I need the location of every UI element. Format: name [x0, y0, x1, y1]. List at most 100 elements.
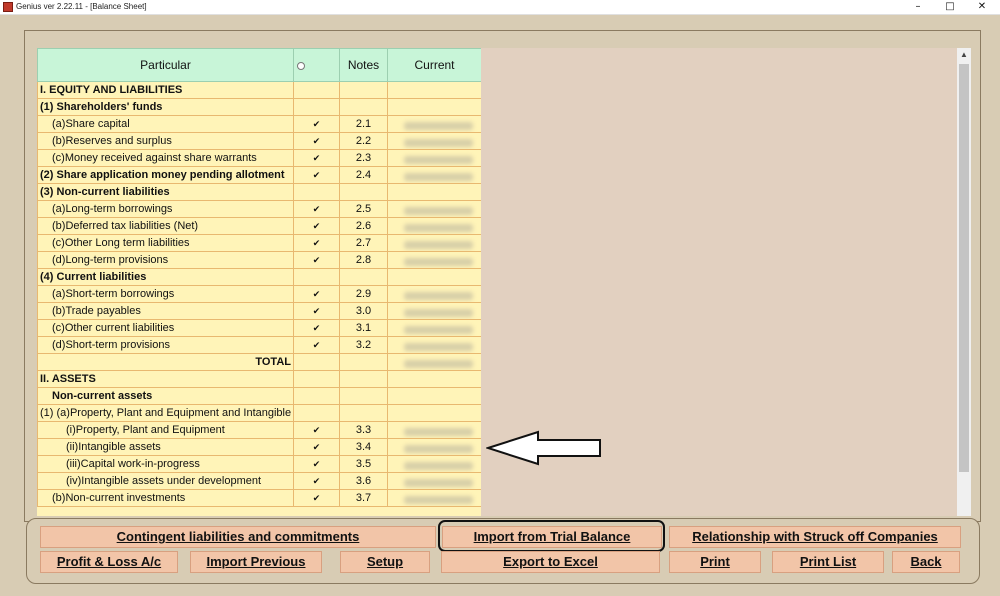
table-row[interactable]: (c)Other current liabilities ✔ 3.1	[37, 319, 481, 337]
row-current-value[interactable]	[387, 217, 481, 235]
row-current-value[interactable]	[387, 251, 481, 269]
table-row[interactable]: (b)Non-current investments ✔ 3.7	[37, 489, 481, 507]
row-checkbox[interactable]: ✔	[293, 115, 340, 133]
export-excel-button[interactable]: Export to Excel	[441, 551, 660, 573]
profit-loss-button[interactable]: Profit & Loss A/c	[40, 551, 178, 573]
table-row[interactable]: (iii)Capital work-in-progress ✔ 3.5	[37, 455, 481, 473]
table-row[interactable]: (1) Shareholders' funds	[37, 98, 481, 116]
row-checkbox[interactable]: ✔	[293, 472, 340, 490]
row-current-value[interactable]	[387, 302, 481, 320]
row-checkbox[interactable]: ✔	[293, 285, 340, 303]
table-row[interactable]: (c)Money received against share warrants…	[37, 149, 481, 167]
row-checkbox[interactable]: ✔	[293, 132, 340, 150]
row-checkbox[interactable]: ✔	[293, 234, 340, 252]
grid-body: I. EQUITY AND LIABILITIES (1) Shareholder…	[37, 81, 481, 507]
select-all-radio[interactable]	[297, 61, 305, 70]
row-checkbox[interactable]: ✔	[293, 166, 340, 184]
scroll-up-icon[interactable]: ▲	[957, 48, 971, 62]
table-row[interactable]: (a)Share capital ✔ 2.1	[37, 115, 481, 133]
row-current-value[interactable]	[387, 234, 481, 252]
row-checkbox[interactable]: ✔	[293, 455, 340, 473]
setup-button[interactable]: Setup	[340, 551, 430, 573]
row-checkbox[interactable]: ✔	[293, 336, 340, 354]
table-row[interactable]: II. ASSETS	[37, 370, 481, 388]
minimize-button[interactable]: –	[900, 0, 936, 14]
row-current-value[interactable]	[387, 438, 481, 456]
table-row[interactable]: TOTAL	[37, 353, 481, 371]
row-current-value[interactable]	[387, 370, 481, 388]
row-checkbox[interactable]	[293, 404, 340, 422]
row-current-value[interactable]	[387, 387, 481, 405]
row-current-value[interactable]	[387, 166, 481, 184]
scroll-thumb[interactable]	[959, 64, 969, 472]
row-checkbox[interactable]	[293, 387, 340, 405]
row-checkbox[interactable]: ✔	[293, 149, 340, 167]
table-row[interactable]: (b)Trade payables ✔ 3.0	[37, 302, 481, 320]
row-current-value[interactable]	[387, 285, 481, 303]
row-checkbox[interactable]: ✔	[293, 217, 340, 235]
contingent-liabilities-button[interactable]: Contingent liabilities and commitments	[40, 526, 436, 548]
row-note	[339, 98, 388, 116]
print-button[interactable]: Print	[669, 551, 761, 573]
row-current-value[interactable]	[387, 268, 481, 286]
row-checkbox[interactable]: ✔	[293, 421, 340, 439]
table-row[interactable]: (i)Property, Plant and Equipment ✔ 3.3	[37, 421, 481, 439]
table-row[interactable]: (a)Short-term borrowings ✔ 2.9	[37, 285, 481, 303]
row-checkbox[interactable]	[293, 268, 340, 286]
row-current-value[interactable]	[387, 472, 481, 490]
row-checkbox[interactable]: ✔	[293, 489, 340, 507]
table-row[interactable]: (3) Non-current liabilities	[37, 183, 481, 201]
table-row[interactable]: Non-current assets	[37, 387, 481, 405]
column-header-particular[interactable]: Particular	[37, 48, 294, 82]
table-row[interactable]: (iv)Intangible assets under development ✔…	[37, 472, 481, 490]
row-checkbox[interactable]	[293, 353, 340, 371]
row-current-value[interactable]	[387, 98, 481, 116]
table-row[interactable]: (a)Long-term borrowings ✔ 2.5	[37, 200, 481, 218]
row-checkbox[interactable]	[293, 370, 340, 388]
row-current-value[interactable]	[387, 404, 481, 422]
print-list-button[interactable]: Print List	[772, 551, 884, 573]
maximize-button[interactable]: □	[932, 0, 968, 14]
balance-sheet-grid[interactable]: Particular Notes Current I. EQUITY AND L…	[37, 48, 481, 516]
column-header-notes[interactable]: Notes	[339, 48, 388, 82]
table-row[interactable]: (d)Long-term provisions ✔ 2.8	[37, 251, 481, 269]
row-current-value[interactable]	[387, 183, 481, 201]
redacted-value	[404, 292, 473, 300]
row-checkbox[interactable]: ✔	[293, 438, 340, 456]
row-particular: (a)Share capital	[37, 115, 294, 133]
row-current-value[interactable]	[387, 421, 481, 439]
table-row[interactable]: (4) Current liabilities	[37, 268, 481, 286]
row-checkbox[interactable]	[293, 183, 340, 201]
relationship-struck-off-button[interactable]: Relationship with Struck off Companies	[669, 526, 961, 548]
table-row[interactable]: (2) Share application money pending allo…	[37, 166, 481, 184]
row-current-value[interactable]	[387, 132, 481, 150]
table-row[interactable]: (1) (a)Property, Plant and Equipment and…	[37, 404, 481, 422]
row-current-value[interactable]	[387, 336, 481, 354]
column-header-select[interactable]	[293, 48, 340, 82]
back-button[interactable]: Back	[892, 551, 960, 573]
table-row[interactable]: (ii)Intangible assets ✔ 3.4	[37, 438, 481, 456]
table-row[interactable]: (b)Deferred tax liabilities (Net) ✔ 2.6	[37, 217, 481, 235]
close-button[interactable]: ✕	[964, 0, 1000, 14]
row-checkbox[interactable]: ✔	[293, 319, 340, 337]
vertical-scrollbar[interactable]: ▲	[957, 48, 971, 516]
row-current-value[interactable]	[387, 319, 481, 337]
row-current-value[interactable]	[387, 81, 481, 99]
table-row[interactable]: (c)Other Long term liabilities ✔ 2.7	[37, 234, 481, 252]
row-current-value[interactable]	[387, 200, 481, 218]
import-previous-button[interactable]: Import Previous	[190, 551, 322, 573]
column-header-current[interactable]: Current	[387, 48, 481, 82]
table-row[interactable]: I. EQUITY AND LIABILITIES	[37, 81, 481, 99]
row-current-value[interactable]	[387, 115, 481, 133]
table-row[interactable]: (b)Reserves and surplus ✔ 2.2	[37, 132, 481, 150]
row-checkbox[interactable]: ✔	[293, 200, 340, 218]
row-checkbox[interactable]: ✔	[293, 302, 340, 320]
row-checkbox[interactable]	[293, 81, 340, 99]
row-checkbox[interactable]: ✔	[293, 251, 340, 269]
row-current-value[interactable]	[387, 489, 481, 507]
row-checkbox[interactable]	[293, 98, 340, 116]
row-current-value[interactable]	[387, 455, 481, 473]
row-current-value[interactable]	[387, 353, 481, 371]
row-current-value[interactable]	[387, 149, 481, 167]
table-row[interactable]: (d)Short-term provisions ✔ 3.2	[37, 336, 481, 354]
